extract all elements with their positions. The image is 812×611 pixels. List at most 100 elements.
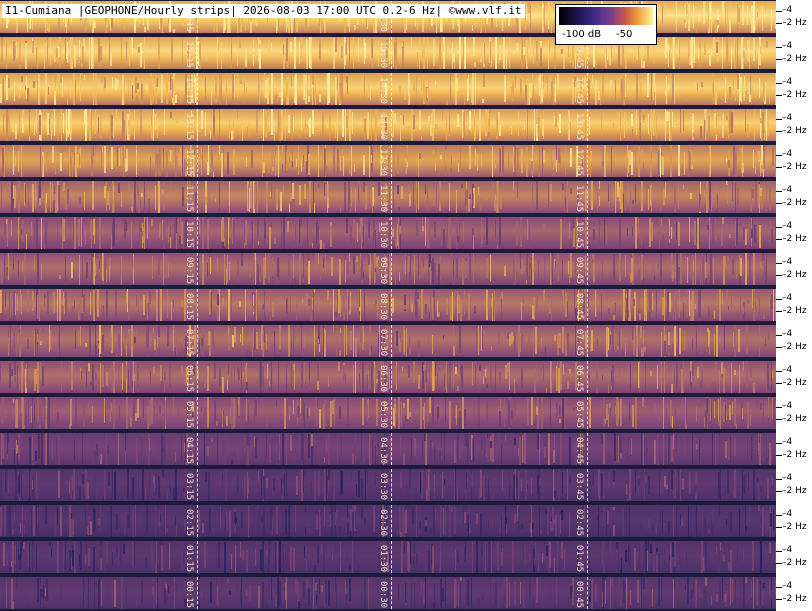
chart-title: I1-Cumiana |GEOPHONE/Hourly strips| 2026… xyxy=(2,4,525,18)
frequency-label-low: –2 Hz xyxy=(782,486,807,496)
frequency-label-high: –4 xyxy=(782,401,793,411)
quarter-hour-gridline xyxy=(391,145,392,177)
time-label: 05:15 xyxy=(184,401,194,429)
quarter-hour-gridline xyxy=(197,181,198,213)
quarter-hour-gridline xyxy=(587,577,588,609)
time-label: 13:45 xyxy=(574,113,584,141)
frequency-label-low: –2 Hz xyxy=(782,126,807,136)
time-label: 14:45 xyxy=(574,77,584,105)
spectrogram-strip-06: 06:15 06:30 06:45 xyxy=(0,361,776,393)
strip-texture xyxy=(1,37,768,69)
time-label: 08:15 xyxy=(184,293,194,321)
spectrogram-strip-13: 13:15 13:30 13:45 xyxy=(0,109,776,141)
time-label: 11:15 xyxy=(184,185,194,213)
time-label: 11:45 xyxy=(574,185,584,213)
frequency-label-high: –4 xyxy=(782,509,793,519)
frequency-label-high: –4 xyxy=(782,473,793,483)
time-label: 00:30 xyxy=(378,581,388,609)
time-label: 12:15 xyxy=(184,149,194,177)
time-label: 15:30 xyxy=(378,41,388,69)
spectrogram-strip-12: 12:15 12:30 12:45 xyxy=(0,145,776,177)
frequency-label-high: –4 xyxy=(782,221,793,231)
strip-texture xyxy=(1,397,775,429)
quarter-hour-gridline xyxy=(197,433,198,465)
spectrogram-strip-00: 00:15 00:30 00:45 xyxy=(0,577,776,609)
frequency-label-high: –4 xyxy=(782,257,793,267)
time-label: 06:45 xyxy=(574,365,584,393)
spectrogram-strip-15: 15:15 15:30 15:45 xyxy=(0,37,776,69)
frequency-label-high: –4 xyxy=(782,149,793,159)
quarter-hour-gridline xyxy=(391,469,392,501)
frequency-label-high: –4 xyxy=(782,581,793,591)
quarter-hour-gridline xyxy=(197,541,198,573)
quarter-hour-gridline xyxy=(391,541,392,573)
strip-texture xyxy=(0,361,773,393)
time-label: 14:15 xyxy=(184,77,194,105)
quarter-hour-gridline xyxy=(391,181,392,213)
quarter-hour-gridline xyxy=(587,505,588,537)
strip-texture xyxy=(3,109,769,141)
spectrogram-strips: 16:1516:3016:4515:1515:3015:4514:1514:30… xyxy=(0,0,776,611)
time-label: 03:45 xyxy=(574,473,584,501)
frequency-label-low: –2 Hz xyxy=(782,414,807,424)
strip-texture xyxy=(0,289,776,321)
time-label: 15:15 xyxy=(184,41,194,69)
quarter-hour-gridline xyxy=(197,109,198,141)
quarter-hour-gridline xyxy=(587,541,588,573)
strip-texture xyxy=(8,325,770,357)
time-label: 07:30 xyxy=(378,329,388,357)
frequency-label-low: –2 Hz xyxy=(782,90,807,100)
quarter-hour-gridline xyxy=(587,217,588,249)
frequency-label-low: –2 Hz xyxy=(782,270,807,280)
quarter-hour-gridline xyxy=(197,253,198,285)
strip-texture xyxy=(0,73,776,105)
frequency-label-high: –4 xyxy=(782,41,793,51)
quarter-hour-gridline xyxy=(587,433,588,465)
quarter-hour-gridline xyxy=(197,325,198,357)
quarter-hour-gridline xyxy=(197,469,198,501)
quarter-hour-gridline xyxy=(587,109,588,141)
time-label: 05:45 xyxy=(574,401,584,429)
time-label: 04:15 xyxy=(184,437,194,465)
spectrogram-strip-01: 01:15 01:30 01:45 xyxy=(0,541,776,573)
time-label: 10:45 xyxy=(574,221,584,249)
quarter-hour-gridline xyxy=(197,145,198,177)
frequency-label-high: –4 xyxy=(782,293,793,303)
frequency-label-high: –4 xyxy=(782,365,793,375)
spectrogram-strip-07: 07:15 07:30 07:45 xyxy=(0,325,776,357)
spectrogram-strip-05: 05:15 05:30 05:45 xyxy=(0,397,776,429)
colorbar-min-label: -100 dB xyxy=(562,29,602,40)
frequency-label-low: –2 Hz xyxy=(782,522,807,532)
frequency-label-high: –4 xyxy=(782,329,793,339)
quarter-hour-gridline xyxy=(391,217,392,249)
time-label: 01:30 xyxy=(378,545,388,573)
time-label: 12:45 xyxy=(574,149,584,177)
quarter-hour-gridline xyxy=(197,289,198,321)
time-label: 06:15 xyxy=(184,365,194,393)
quarter-hour-gridline xyxy=(587,361,588,393)
spectrogram-strip-14: 14:15 14:30 14:45 xyxy=(0,73,776,105)
spectrogram-strip-10: 10:15 10:30 10:45 xyxy=(0,217,776,249)
strip-texture xyxy=(2,145,776,177)
time-label: 00:45 xyxy=(574,581,584,609)
quarter-hour-gridline xyxy=(197,37,198,69)
quarter-hour-gridline xyxy=(587,181,588,213)
quarter-hour-gridline xyxy=(197,73,198,105)
time-label: 05:30 xyxy=(378,401,388,429)
frequency-label-low: –2 Hz xyxy=(782,198,807,208)
strip-texture xyxy=(1,181,771,213)
quarter-hour-gridline xyxy=(197,505,198,537)
time-label: 10:30 xyxy=(378,221,388,249)
quarter-hour-gridline xyxy=(391,505,392,537)
frequency-label-high: –4 xyxy=(782,185,793,195)
time-label: 03:30 xyxy=(378,473,388,501)
quarter-hour-gridline xyxy=(587,73,588,105)
time-label: 02:30 xyxy=(378,509,388,537)
time-label: 01:45 xyxy=(574,545,584,573)
time-label: 03:15 xyxy=(184,473,194,501)
time-label: 00:15 xyxy=(184,581,194,609)
time-label: 10:15 xyxy=(184,221,194,249)
frequency-label-low: –2 Hz xyxy=(782,450,807,460)
strip-texture xyxy=(3,541,776,573)
time-label: 14:30 xyxy=(378,77,388,105)
